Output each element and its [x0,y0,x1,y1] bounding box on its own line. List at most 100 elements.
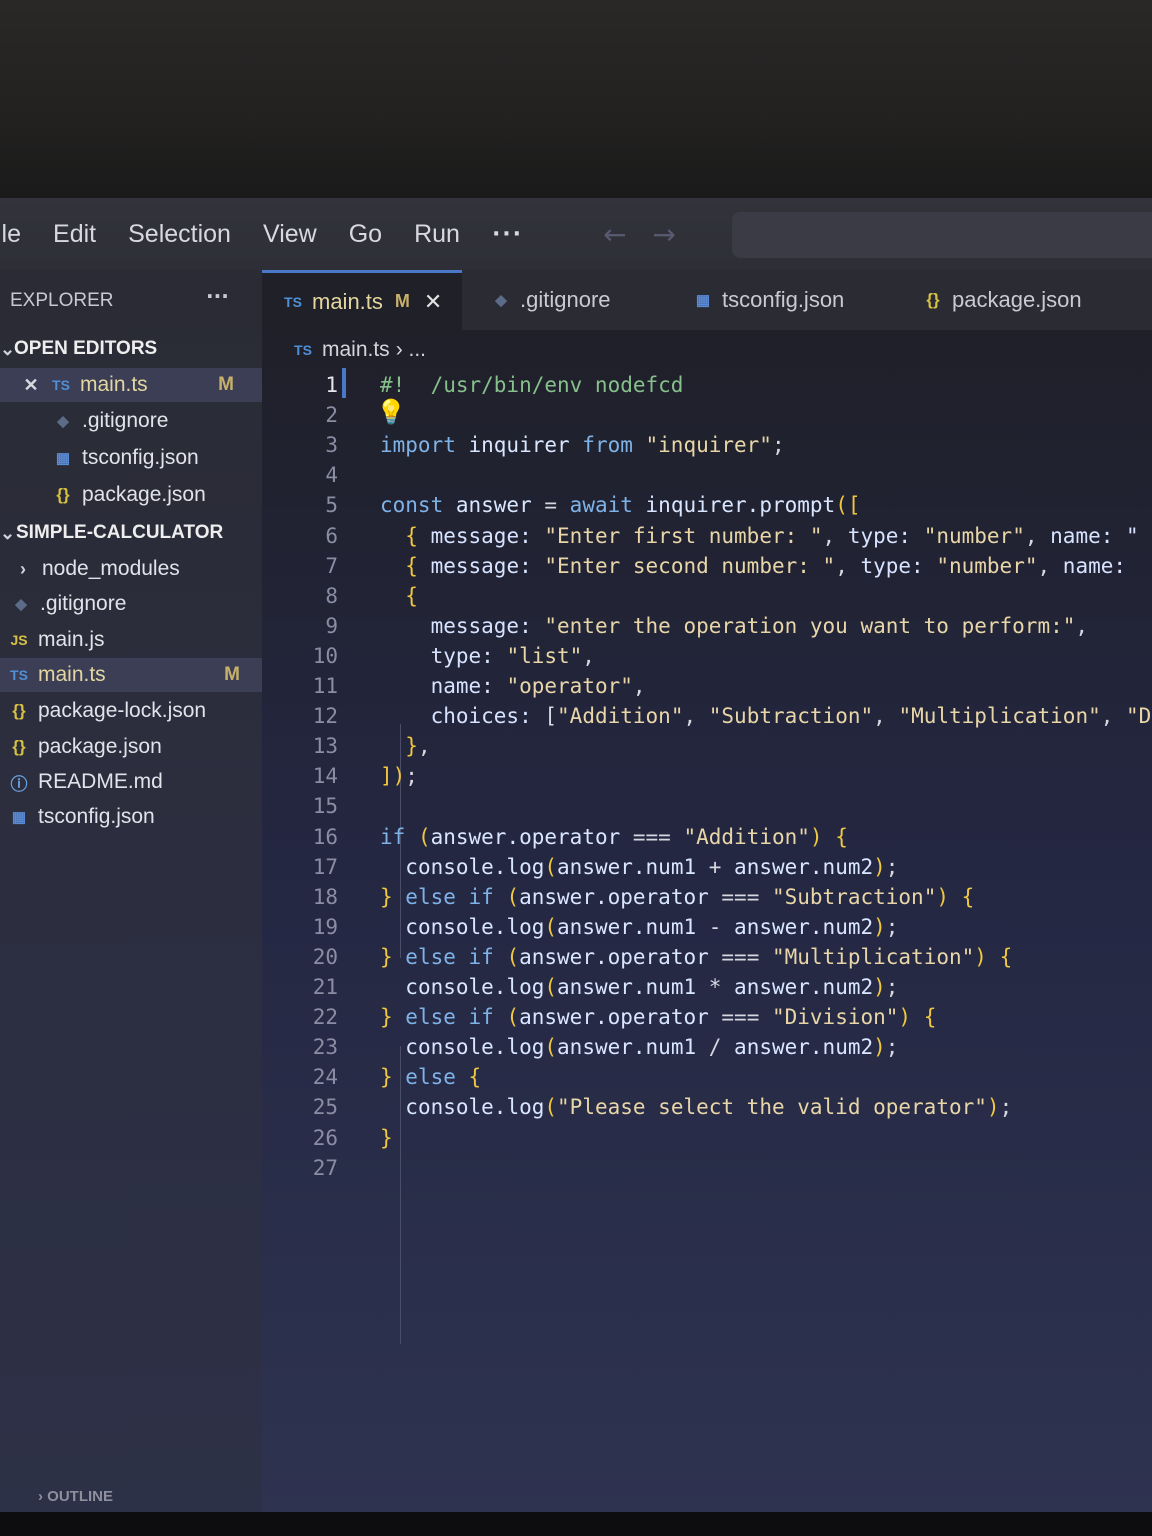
file-node-modules[interactable]: › node_modules [0,552,262,586]
code-line[interactable]: 22} else if (answer.operator === "Divisi… [270,1002,1150,1032]
code-line[interactable]: 21 console.log(answer.num1 * answer.num2… [270,972,1150,1002]
tsconfig-file-icon: ▦ [11,809,27,826]
code-token-punct: , [1100,704,1127,729]
code-token-identifier: answer [443,493,532,518]
code-line[interactable]: 11 name: "operator", [270,671,1150,701]
code-line[interactable]: 1 #! /usr/bin/env nodefcd [270,370,1150,400]
close-icon[interactable]: ✕ [424,289,442,315]
command-center-search[interactable] [732,212,1152,258]
code-token-identifier: answer.operator [519,884,709,909]
code-token-string: "enter the operation you want to perform… [544,613,1076,638]
code-line[interactable]: 7 { message: "Enter second number: ", ty… [270,551,1150,581]
code-token-identifier: answer.num2 [734,854,874,879]
file-tsconfig[interactable]: ▦ tsconfig.json [0,800,262,834]
breadcrumb-rest[interactable]: › ... [396,338,426,362]
code-token-punct: === [620,824,684,849]
ts-file-icon: TS [294,342,312,358]
open-editor-tsconfig[interactable]: ▦ tsconfig.json [0,441,262,475]
code-line[interactable]: 24} else { [270,1062,1150,1092]
open-editor-gitignore[interactable]: ◆ .gitignore [0,404,262,438]
code-token-bracket: ([ [835,493,861,518]
code-token-punct: + [696,854,735,879]
code-token-punct: [ [544,704,558,729]
file-package-lock-json[interactable]: {} package-lock.json [0,694,262,728]
code-line[interactable]: 6 { message: "Enter first number: ", typ… [270,521,1150,551]
code-token-comment: #! /usr/bin/env nodefcd [380,373,684,397]
code-token-punct: , [632,674,646,698]
code-line[interactable]: 4 [270,460,1150,490]
code-line[interactable]: 13 }, [270,731,1150,761]
menu-selection[interactable]: Selection [128,220,231,249]
code-token-punct: , [873,704,899,729]
breadcrumb-file[interactable]: main.ts [322,338,390,362]
menu-view[interactable]: View [263,220,317,249]
code-token-identifier: answer.num1 [557,975,697,999]
code-line[interactable]: 27 [270,1153,1150,1183]
code-line[interactable]: 17 console.log(answer.num1 + answer.num2… [270,852,1150,882]
monitor-bottom-edge [0,1512,1152,1536]
code-line[interactable]: 16 if (answer.operator === "Addition") { [270,822,1150,852]
line-number: 17 [312,854,338,879]
tab-gitignore[interactable]: ◆ .gitignore [470,270,680,330]
line-number: 3 [325,433,338,458]
file-gitignore[interactable]: ◆ .gitignore [0,587,262,621]
file-main-js[interactable]: JS main.js [0,623,262,657]
code-line[interactable]: 26} [270,1123,1150,1153]
close-icon[interactable]: ✕ [20,375,42,396]
menu-file[interactable]: ile [0,220,21,249]
line-number: 8 [325,583,338,608]
menu-run[interactable]: Run [414,220,460,249]
chevron-down-icon: ⌄ [0,522,16,543]
open-editors-header[interactable]: ⌄ OPEN EDITORS [0,332,262,366]
code-token-property: type: [430,643,507,668]
menu-go[interactable]: Go [349,220,382,249]
arrow-left-icon[interactable]: ← [603,218,626,251]
code-token-string: "list" [506,643,583,668]
code-token-punct [380,644,431,668]
line-number: 6 [325,523,338,548]
code-line[interactable]: 19 console.log(answer.num1 - answer.num2… [270,912,1150,942]
code-line[interactable]: 2 [270,400,1150,430]
code-line[interactable]: 14]); [270,761,1150,791]
code-line[interactable]: 10 type: "list", [270,641,1150,671]
file-main-ts[interactable]: TS main.ts M [0,658,262,692]
code-token-identifier: answer.operator [519,944,709,969]
project-header[interactable]: ⌄ SIMPLE-CALCULATOR [0,516,262,550]
code-line[interactable]: 8 { [270,581,1150,611]
code-token-identifier: inquirer [455,433,583,458]
code-token-punct [380,524,405,548]
code-line[interactable]: 3 import inquirer from "inquirer"; [270,430,1150,460]
code-token-punct: , [1037,553,1063,578]
code-token-string: "operator" [506,674,633,698]
tab-package-json[interactable]: {} package.json [902,270,1152,330]
code-token-keyword: else [392,1065,456,1090]
menu-more-button[interactable]: ··· [492,222,523,247]
code-line[interactable]: 18} else if (answer.operator === "Subtra… [270,882,1150,912]
code-line[interactable]: 15 [270,791,1150,821]
code-line[interactable]: 23 console.log(answer.num1 / answer.num2… [270,1032,1150,1062]
code-line[interactable]: 5 const answer = await inquirer.prompt([ [270,490,1150,520]
code-token-punct: ; [999,1095,1013,1120]
line-number: 23 [312,1035,338,1060]
open-editor-package-json[interactable]: {} package.json [0,478,262,512]
explorer-title: EXPLORER [10,290,114,311]
outline-section-header[interactable]: › OUTLINE [38,1488,113,1505]
arrow-right-icon[interactable]: → [653,218,676,251]
tab-tsconfig[interactable]: ▦ tsconfig.json [672,270,922,330]
code-line[interactable]: 25 console.log("Please select the valid … [270,1092,1150,1122]
file-package-json[interactable]: {} package.json [0,730,262,764]
explorer-more-button[interactable]: ··· [206,284,229,308]
menu-bar: ile Edit Selection View Go Run ··· ← → [0,198,1152,270]
code-token-identifier: inquirer.prompt [632,493,836,518]
file-readme[interactable]: ⓘ README.md [0,765,262,799]
modified-badge: M [394,291,410,311]
tab-main-ts[interactable]: TS main.ts M ✕ [262,270,462,330]
code-line[interactable]: 9 message: "enter the operation you want… [270,611,1150,641]
menu-edit[interactable]: Edit [53,220,96,249]
code-line[interactable]: 12 choices: ["Addition", "Subtraction", … [270,701,1152,731]
code-token-property: type: [847,523,924,548]
open-editor-main-ts[interactable]: ✕ TS main.ts M [0,368,262,402]
code-line[interactable]: 20} else if (answer.operator === "Multip… [270,942,1150,972]
code-token-bracket: ( [493,944,520,969]
code-token-punct: , [582,643,595,668]
